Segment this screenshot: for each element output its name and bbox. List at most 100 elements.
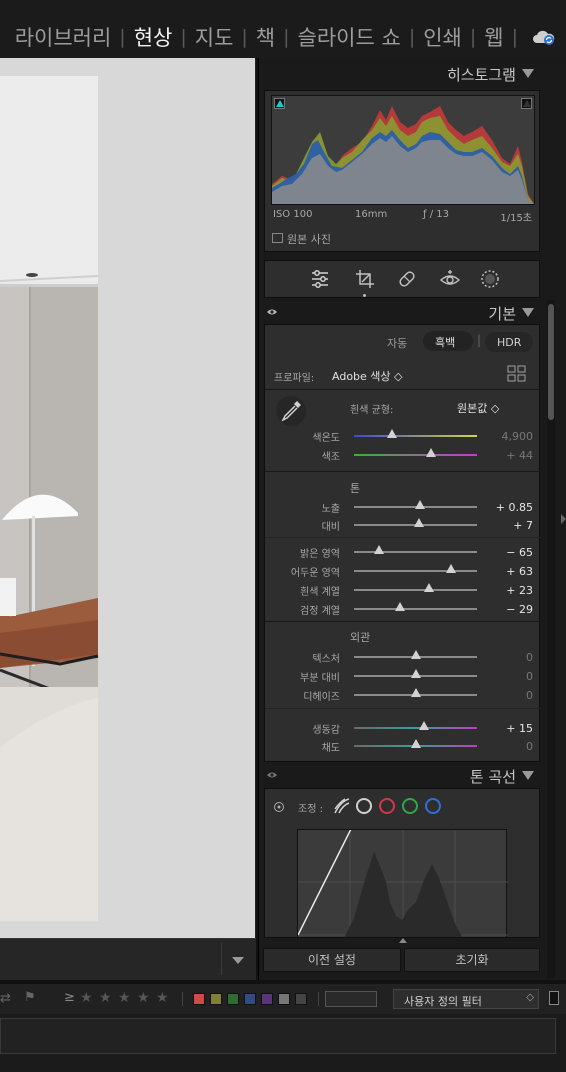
treatment-color[interactable]: 자동 xyxy=(387,335,407,351)
hdr-toggle[interactable]: HDR xyxy=(485,332,533,352)
temp-value[interactable]: 4,900 xyxy=(483,430,534,443)
highlights-thumb[interactable] xyxy=(373,545,384,554)
clarity-thumb[interactable] xyxy=(410,669,421,678)
shadows-thumb[interactable] xyxy=(446,564,457,573)
wb-select[interactable]: 원본값 ◇ xyxy=(457,400,499,416)
virtual-copy-filter-icons[interactable] xyxy=(325,991,377,1007)
module-slideshow[interactable]: 슬라이드 쇼 xyxy=(294,22,405,52)
rating-star-4[interactable]: ★ xyxy=(137,990,150,1006)
texture-value[interactable]: 0 xyxy=(483,651,533,664)
panel-expand-icon[interactable] xyxy=(561,514,566,524)
treatment-bw-pill[interactable]: 흑백 xyxy=(423,331,473,351)
histogram-header[interactable]: 히스토그램 xyxy=(264,62,540,84)
shadows-slider[interactable] xyxy=(354,564,477,573)
point-curve-red-button[interactable] xyxy=(379,798,395,814)
temp-thumb[interactable] xyxy=(387,429,398,438)
point-curve-green-button[interactable] xyxy=(402,798,418,814)
reset-button[interactable]: 초기화 xyxy=(404,948,540,972)
eyedropper-icon[interactable] xyxy=(275,395,307,427)
whites-slider[interactable] xyxy=(354,583,477,592)
red-eye-icon[interactable] xyxy=(439,268,461,290)
previous-settings-button[interactable]: 이전 설정 xyxy=(263,948,401,972)
panel-resize-handle-icon[interactable] xyxy=(399,938,407,943)
vibrance-value[interactable]: + 15 xyxy=(483,722,533,735)
cloud-sync-icon[interactable] xyxy=(532,28,556,46)
point-curve-rgb-button[interactable] xyxy=(356,798,372,814)
module-print[interactable]: 인쇄 xyxy=(419,22,466,52)
rating-star-1[interactable]: ★ xyxy=(80,990,93,1006)
color-label-red[interactable] xyxy=(193,993,205,1005)
dehaze-value[interactable]: 0 xyxy=(483,689,533,702)
tint-thumb[interactable] xyxy=(426,448,437,457)
saturation-slider[interactable] xyxy=(354,739,477,748)
tint-slider[interactable] xyxy=(354,448,477,457)
exposure-value[interactable]: + 0.85 xyxy=(483,501,533,514)
flag-filter-icon[interactable]: ⚑ xyxy=(24,990,36,1005)
color-label-green[interactable] xyxy=(227,993,239,1005)
photo-viewer[interactable] xyxy=(0,58,256,938)
rating-operator[interactable]: ≥ xyxy=(64,990,75,1005)
saturation-thumb[interactable] xyxy=(410,739,421,748)
contrast-value[interactable]: + 7 xyxy=(483,519,533,532)
shadow-clipping-toggle[interactable] xyxy=(274,98,285,109)
shadows-value[interactable]: + 63 xyxy=(483,565,533,578)
collapse-triangle-icon[interactable] xyxy=(522,771,534,780)
parametric-curve-icon[interactable] xyxy=(333,797,351,815)
rating-star-5[interactable]: ★ xyxy=(156,990,169,1006)
clarity-slider[interactable] xyxy=(354,669,477,678)
color-label-custom[interactable] xyxy=(278,993,290,1005)
module-book[interactable]: 책 xyxy=(252,22,279,52)
contrast-slider[interactable] xyxy=(354,518,477,527)
whites-thumb[interactable] xyxy=(424,583,435,592)
panel-scrollbar-thumb[interactable] xyxy=(548,304,554,420)
tone-curve-header[interactable]: 톤 곡선 xyxy=(264,764,540,786)
blacks-slider[interactable] xyxy=(354,602,477,611)
collapse-triangle-icon[interactable] xyxy=(522,308,534,317)
panel-visibility-eye-icon[interactable] xyxy=(266,308,278,316)
profile-browser-grid-icon[interactable] xyxy=(507,365,527,383)
basic-header[interactable]: 기본 xyxy=(264,301,540,323)
exposure-thumb[interactable] xyxy=(415,500,426,509)
dehaze-thumb[interactable] xyxy=(410,688,421,697)
module-library[interactable]: 라이브러리 xyxy=(11,22,116,52)
saturation-value[interactable]: 0 xyxy=(483,740,533,753)
tone-curve-graph[interactable] xyxy=(297,789,508,937)
custom-filter-select[interactable]: 사용자 정의 필터 ◇ xyxy=(393,989,539,1009)
highlight-clipping-toggle[interactable] xyxy=(521,98,532,109)
texture-slider[interactable] xyxy=(354,650,477,659)
highlights-slider[interactable] xyxy=(354,545,477,554)
healing-brush-icon[interactable] xyxy=(396,268,418,290)
color-label-none[interactable] xyxy=(295,993,307,1005)
whites-value[interactable]: + 23 xyxy=(483,584,533,597)
module-develop[interactable]: 현상 xyxy=(130,22,177,52)
compare-icon[interactable]: ⇄ xyxy=(0,991,11,1006)
filter-lock-icon[interactable] xyxy=(549,991,559,1005)
color-label-yellow[interactable] xyxy=(210,993,222,1005)
color-label-purple[interactable] xyxy=(261,993,273,1005)
masking-icon[interactable] xyxy=(479,268,501,290)
toolbar-dropdown-icon[interactable] xyxy=(232,957,244,964)
rating-star-3[interactable]: ★ xyxy=(118,990,131,1006)
target-adjust-icon[interactable] xyxy=(273,801,285,813)
filmstrip-thumbnails[interactable] xyxy=(0,1018,556,1054)
exposure-slider[interactable] xyxy=(354,500,477,509)
module-web[interactable]: 웹 xyxy=(480,22,507,52)
blacks-thumb[interactable] xyxy=(394,602,405,611)
vibrance-slider[interactable] xyxy=(354,721,477,730)
vibrance-thumb[interactable] xyxy=(419,721,430,730)
panel-visibility-eye-icon[interactable] xyxy=(266,771,278,779)
adjustments-icon[interactable] xyxy=(309,268,331,290)
dehaze-slider[interactable] xyxy=(354,688,477,697)
point-curve-blue-button[interactable] xyxy=(425,798,441,814)
rating-star-2[interactable]: ★ xyxy=(99,990,112,1006)
color-label-blue[interactable] xyxy=(244,993,256,1005)
clarity-value[interactable]: 0 xyxy=(483,670,533,683)
original-photo-checkbox[interactable] xyxy=(272,233,283,243)
blacks-value[interactable]: − 29 xyxy=(483,603,533,616)
panel-scrollbar[interactable] xyxy=(547,300,555,978)
profile-select[interactable]: Adobe 색상 ◇ xyxy=(332,368,403,384)
texture-thumb[interactable] xyxy=(410,650,421,659)
temp-slider[interactable] xyxy=(354,429,477,438)
contrast-thumb[interactable] xyxy=(414,518,425,527)
highlights-value[interactable]: − 65 xyxy=(483,546,533,559)
